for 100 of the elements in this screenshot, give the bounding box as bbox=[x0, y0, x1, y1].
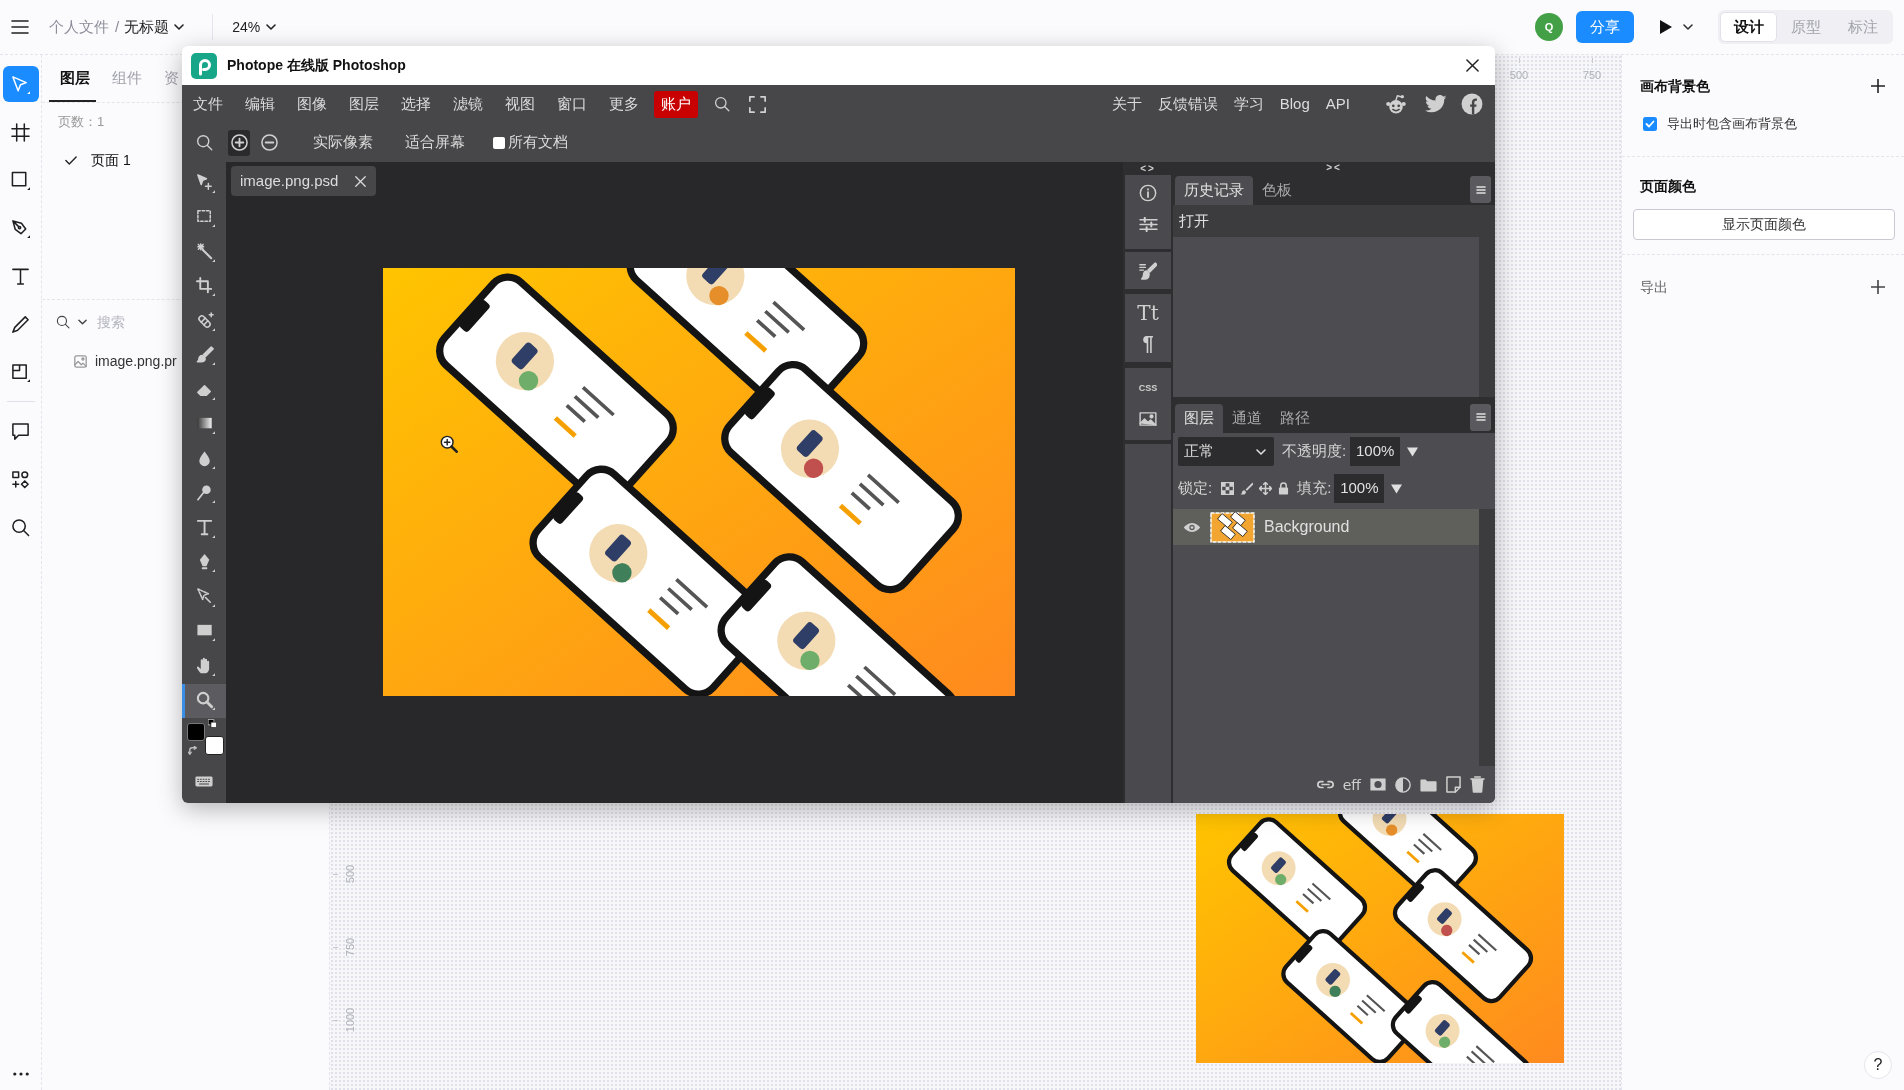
layer-name[interactable]: image.png.pr bbox=[95, 350, 177, 372]
half-circle-icon[interactable] bbox=[1395, 776, 1411, 793]
mask-icon[interactable] bbox=[1370, 778, 1386, 791]
zoom-in-button[interactable] bbox=[228, 129, 250, 156]
swap-arrow-icon[interactable] bbox=[188, 746, 197, 755]
search-icon[interactable] bbox=[714, 96, 730, 112]
menu-item[interactable]: 编辑 bbox=[234, 90, 286, 118]
plus-icon[interactable] bbox=[1871, 79, 1885, 93]
collapse-toggle[interactable]: <> bbox=[1140, 162, 1156, 175]
paragraph-panel-button[interactable]: ¶ bbox=[1142, 331, 1154, 355]
menu-item[interactable]: 账户 bbox=[654, 90, 698, 118]
menu-item[interactable]: 窗口 bbox=[546, 90, 598, 118]
fullscreen-icon[interactable] bbox=[749, 95, 766, 113]
sliders-icon[interactable] bbox=[1138, 217, 1158, 232]
document-tab[interactable]: image.png.psd bbox=[231, 166, 377, 196]
collapse-toggle[interactable]: >< bbox=[1326, 162, 1342, 174]
panel-tab[interactable]: 通道 bbox=[1223, 404, 1271, 433]
menu-item[interactable]: 文件 bbox=[182, 90, 234, 118]
info-icon[interactable] bbox=[1139, 184, 1157, 202]
round-f-logo-icon[interactable] bbox=[1461, 93, 1483, 115]
dropdown-triangle-icon[interactable] bbox=[1391, 483, 1403, 494]
zoom-icon bbox=[196, 691, 215, 711]
checkbox[interactable] bbox=[1643, 117, 1657, 131]
panel-tab[interactable]: 图层 bbox=[1175, 404, 1223, 433]
panel-tab[interactable]: 历史记录 bbox=[1175, 176, 1253, 205]
menu-item[interactable]: 图层 bbox=[338, 90, 390, 118]
plus-icon[interactable] bbox=[1871, 280, 1885, 294]
panel-tab[interactable]: 路径 bbox=[1271, 404, 1319, 433]
trash-icon[interactable] bbox=[1470, 776, 1485, 793]
caret-icon[interactable] bbox=[174, 24, 185, 30]
dropdown-triangle-icon[interactable] bbox=[1407, 446, 1419, 457]
toolbar-button[interactable]: 适合屏幕 bbox=[395, 128, 475, 157]
menu-item[interactable]: 图像 bbox=[286, 90, 338, 118]
layer-row[interactable]: Background bbox=[1173, 509, 1479, 545]
panel-menu-button[interactable] bbox=[1470, 403, 1491, 431]
brush-icon[interactable] bbox=[1139, 261, 1157, 280]
frame-icon bbox=[11, 362, 30, 382]
file-name[interactable]: 无标题 bbox=[124, 15, 170, 39]
panel-menu-button[interactable] bbox=[1470, 176, 1491, 203]
scrollbar[interactable] bbox=[1479, 509, 1495, 766]
more-icon[interactable] bbox=[12, 1072, 29, 1076]
zoom-dropdown[interactable]: 24% bbox=[232, 16, 277, 38]
play-icon[interactable] bbox=[1660, 20, 1672, 34]
help-button[interactable]: ? bbox=[1864, 1051, 1892, 1079]
alien-head-icon[interactable] bbox=[1385, 94, 1407, 114]
menu-item[interactable]: 更多 bbox=[598, 90, 650, 118]
opacity-field[interactable]: 100% bbox=[1350, 437, 1401, 466]
eye-icon[interactable] bbox=[1183, 521, 1201, 533]
close-icon[interactable] bbox=[1466, 59, 1479, 72]
page-item[interactable]: 页面 1 bbox=[91, 149, 131, 171]
toolbar-button[interactable]: 实际像素 bbox=[303, 128, 383, 157]
caret-icon[interactable] bbox=[1683, 24, 1693, 30]
checkbox[interactable] bbox=[493, 136, 505, 149]
background-color-swatch[interactable] bbox=[205, 736, 224, 755]
mode-tab[interactable]: 设计 bbox=[1720, 12, 1777, 42]
effects-button[interactable]: eff bbox=[1342, 776, 1361, 793]
brush-icon[interactable] bbox=[1240, 482, 1254, 495]
css-panel-button[interactable]: CSS bbox=[1138, 382, 1158, 394]
foreground-color-swatch[interactable] bbox=[187, 723, 205, 741]
search-icon[interactable] bbox=[56, 315, 70, 329]
check-icon bbox=[65, 155, 77, 165]
menu-item[interactable]: 选择 bbox=[390, 90, 442, 118]
history-item[interactable]: 打开 bbox=[1173, 205, 1479, 237]
image-icon[interactable] bbox=[1139, 411, 1157, 426]
menu-link[interactable]: 反馈错误 bbox=[1149, 90, 1226, 118]
pencil-icon bbox=[11, 314, 30, 334]
menu-link[interactable]: 学习 bbox=[1225, 90, 1272, 118]
checker-icon[interactable] bbox=[1221, 482, 1235, 495]
color-squares-icon[interactable] bbox=[208, 719, 217, 728]
panel-tab[interactable]: 色板 bbox=[1253, 176, 1301, 205]
keyboard-icon[interactable] bbox=[195, 776, 213, 787]
menu-link[interactable]: 关于 bbox=[1103, 90, 1150, 118]
opacity-label: 不透明度: bbox=[1282, 441, 1347, 462]
menu-link[interactable]: API bbox=[1317, 90, 1358, 118]
fill-field[interactable]: 100% bbox=[1334, 474, 1385, 503]
tool-button[interactable] bbox=[182, 683, 226, 718]
character-panel-button[interactable]: Tt bbox=[1137, 301, 1159, 325]
menu-item[interactable]: 视图 bbox=[494, 90, 546, 118]
logo-icon bbox=[191, 52, 217, 79]
link-icon[interactable] bbox=[1316, 780, 1334, 789]
search-field[interactable]: 搜索 bbox=[97, 311, 167, 333]
menu-item[interactable]: 滤镜 bbox=[442, 90, 494, 118]
rectangle-icon bbox=[196, 622, 215, 642]
lock-icon[interactable] bbox=[1278, 482, 1290, 495]
magic-wand-icon bbox=[196, 242, 215, 262]
show-page-color-button[interactable]: 显示页面颜色 bbox=[1633, 209, 1895, 240]
move-icon[interactable] bbox=[1259, 482, 1273, 495]
caret-icon[interactable] bbox=[78, 319, 87, 325]
pointer-plus-icon bbox=[196, 173, 215, 193]
scrollbar[interactable] bbox=[1479, 205, 1495, 397]
blend-mode-select[interactable]: 正常 bbox=[1178, 437, 1274, 466]
menu-icon bbox=[1475, 185, 1486, 194]
new-page-icon[interactable] bbox=[1446, 776, 1461, 793]
menu-icon[interactable] bbox=[11, 20, 29, 34]
section-title[interactable]: 导出 bbox=[1640, 276, 1668, 298]
folder-icon[interactable] bbox=[1420, 777, 1437, 792]
panel-tab[interactable]: 图层 bbox=[49, 56, 96, 102]
bird-icon[interactable] bbox=[1425, 95, 1447, 113]
chevron-down-icon bbox=[1256, 448, 1266, 455]
menu-link[interactable]: Blog bbox=[1271, 90, 1318, 118]
